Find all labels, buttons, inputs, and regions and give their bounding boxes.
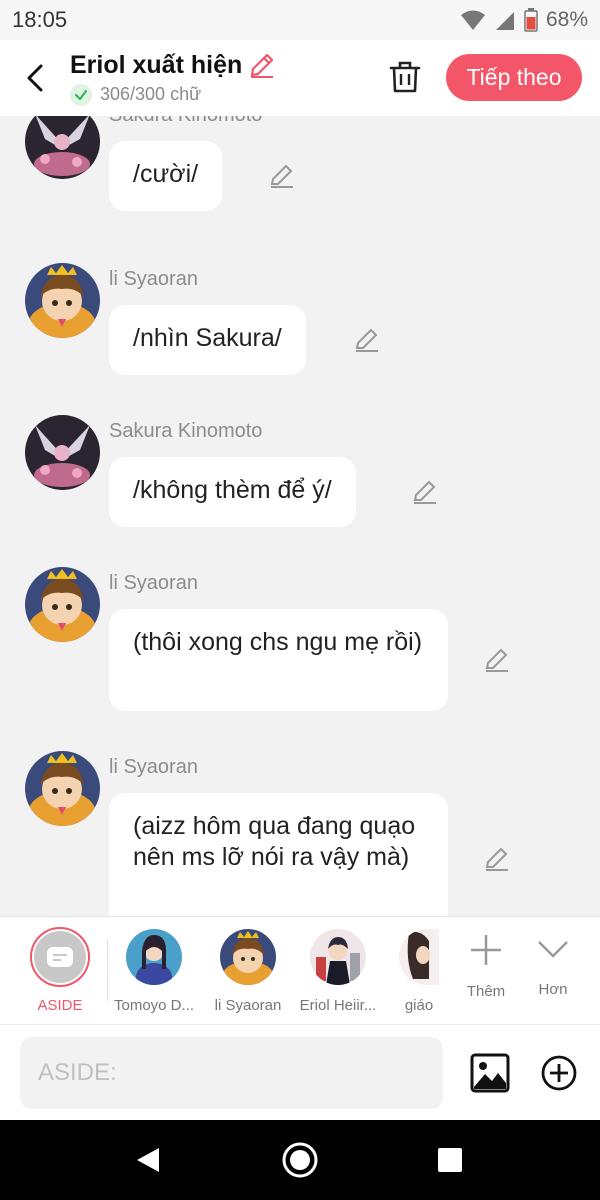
plus-icon xyxy=(471,935,501,965)
add-character-button[interactable]: Thêm xyxy=(458,917,514,1000)
edit-message-icon[interactable] xyxy=(268,162,296,190)
edit-message-icon[interactable] xyxy=(483,646,511,674)
home-circle-icon xyxy=(282,1142,318,1178)
next-button[interactable]: Tiếp theo xyxy=(446,54,582,101)
aside-avatar xyxy=(30,927,90,987)
nav-home-button[interactable] xyxy=(280,1140,320,1180)
header: Eriol xuất hiện 306/300 chữ Tiếp theo xyxy=(0,40,600,116)
divider xyxy=(107,939,108,1001)
character-label: li Syaoran xyxy=(214,997,282,1014)
character-aside[interactable]: ASIDE xyxy=(26,917,94,1014)
avatar-eriol xyxy=(310,929,366,985)
avatar-giao xyxy=(399,929,439,985)
page-title: Eriol xuất hiện xyxy=(70,50,243,79)
title-block: Eriol xuất hiện 306/300 chữ xyxy=(70,51,276,106)
message-bubble[interactable]: /cười/ xyxy=(109,141,223,211)
avatar-syaoran xyxy=(220,929,276,985)
message-input[interactable] xyxy=(20,1037,443,1109)
check-icon xyxy=(70,83,92,106)
avatar-sakura[interactable] xyxy=(25,116,100,179)
status-time: 18:05 xyxy=(12,7,68,32)
word-count: 306/300 chữ xyxy=(100,84,202,104)
back-button[interactable] xyxy=(0,40,70,116)
avatar-syaoran[interactable] xyxy=(25,263,100,338)
edit-title-icon[interactable] xyxy=(248,51,276,79)
chat-list[interactable]: Sakura Kinomoto /cười/ li Syaoran /nhìn … xyxy=(0,116,600,916)
character-label: ASIDE xyxy=(37,997,83,1014)
nav-recents-button[interactable] xyxy=(430,1140,470,1180)
wifi-icon xyxy=(460,10,485,30)
delete-button[interactable] xyxy=(384,56,426,98)
character-giao[interactable]: giáo xyxy=(398,917,440,1014)
image-icon[interactable] xyxy=(470,1053,510,1093)
character-bar: ASIDE Tomoyo D... li Syaoran Eriol Heiir… xyxy=(0,916,600,1024)
signal-icon xyxy=(495,12,514,30)
more-label: Hơn xyxy=(538,981,568,998)
battery-percent: 68% xyxy=(545,8,588,31)
add-label: Thêm xyxy=(466,983,506,1000)
character-label: giáo xyxy=(404,997,434,1014)
character-eriol[interactable]: Eriol Heiir... xyxy=(296,917,380,1014)
narration-icon xyxy=(47,947,73,967)
character-tomoyo[interactable]: Tomoyo D... xyxy=(112,917,196,1014)
nav-back-button[interactable] xyxy=(128,1140,168,1180)
avatar-syaoran[interactable] xyxy=(25,751,100,826)
sender-name: li Syaoran xyxy=(109,572,198,594)
recents-square-icon xyxy=(438,1148,462,1172)
chevron-left-icon xyxy=(27,64,43,92)
message-bubble[interactable]: (aizz hôm qua đang quạo nên ms lỡ nói ra… xyxy=(109,793,448,916)
edit-message-icon[interactable] xyxy=(411,478,439,506)
input-bar xyxy=(0,1024,600,1120)
character-label: Tomoyo D... xyxy=(113,997,195,1014)
character-syaoran[interactable]: li Syaoran xyxy=(210,917,286,1014)
add-circle-icon[interactable] xyxy=(540,1054,578,1092)
character-label: Eriol Heiir... xyxy=(299,997,377,1014)
trash-icon xyxy=(389,61,421,93)
back-triangle-icon xyxy=(137,1148,159,1172)
avatar-tomoyo xyxy=(126,929,182,985)
sender-name: Sakura Kinomoto xyxy=(109,116,262,127)
sender-name: Sakura Kinomoto xyxy=(109,420,263,442)
status-bar: 18:05 68% xyxy=(0,0,600,40)
edit-message-icon[interactable] xyxy=(483,845,511,873)
more-button[interactable]: Hơn xyxy=(526,917,580,998)
status-icons: 68% xyxy=(460,8,588,32)
navigation-bar xyxy=(0,1120,600,1200)
message-bubble[interactable]: (thôi xong chs ngu mẹ rồi) xyxy=(109,609,448,711)
avatar-syaoran[interactable] xyxy=(25,567,100,642)
battery-icon xyxy=(524,8,538,32)
avatar-sakura[interactable] xyxy=(25,415,100,490)
edit-message-icon[interactable] xyxy=(353,326,381,354)
sender-name: li Syaoran xyxy=(109,756,198,778)
chevron-down-icon xyxy=(538,941,568,958)
message-bubble[interactable]: /không thèm để ý/ xyxy=(109,457,356,527)
message-bubble[interactable]: /nhìn Sakura/ xyxy=(109,305,306,375)
sender-name: li Syaoran xyxy=(109,268,198,290)
